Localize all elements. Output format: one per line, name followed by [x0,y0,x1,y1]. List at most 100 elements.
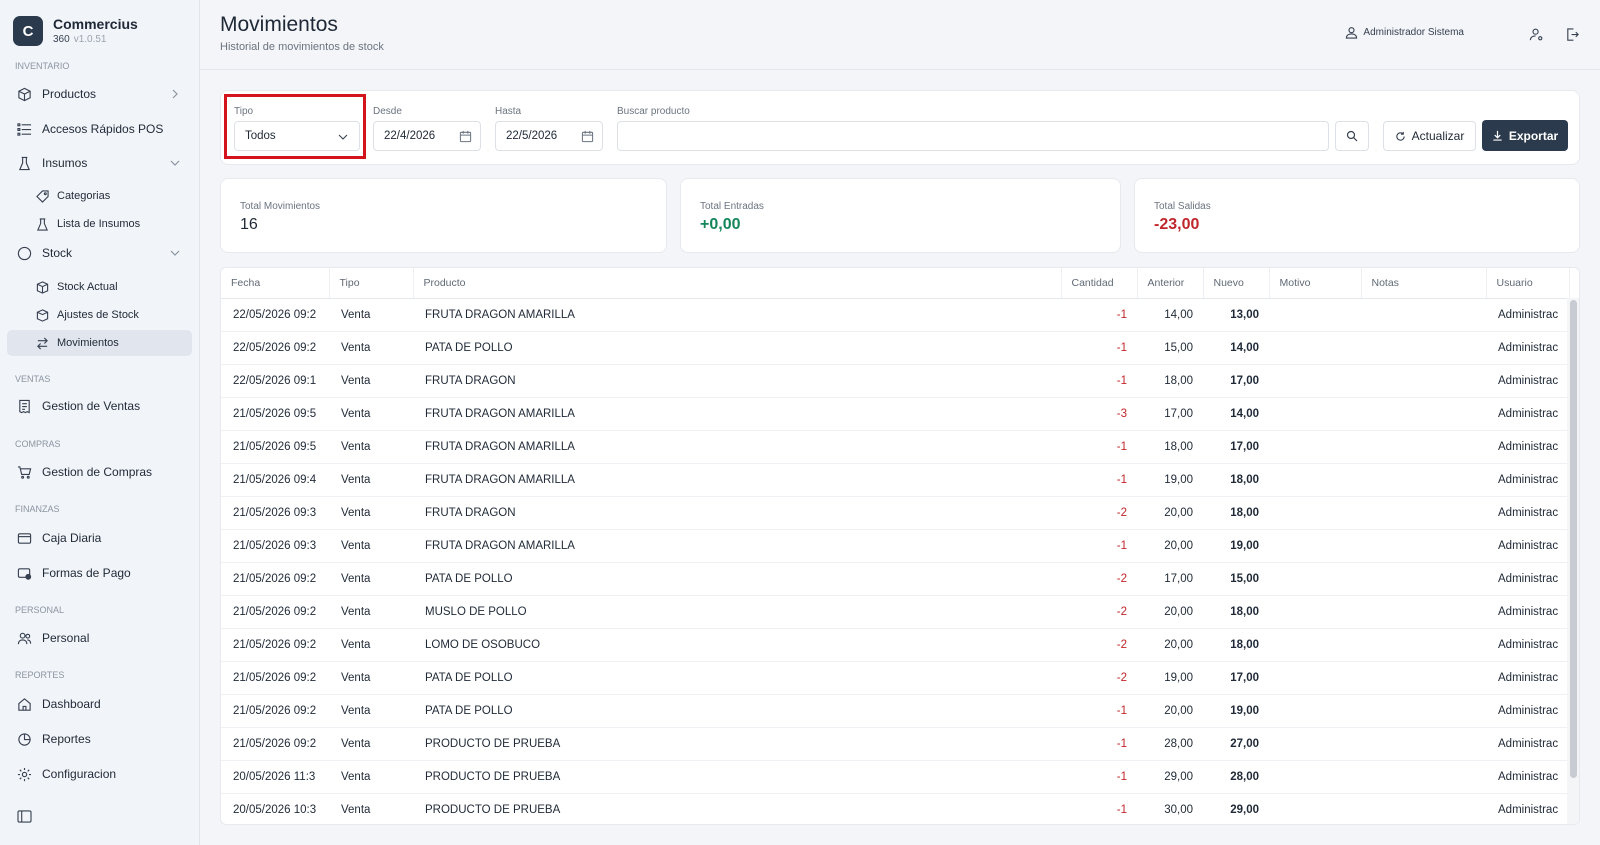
sidebar-item-personal[interactable]: Personal [7,624,192,652]
column-header[interactable]: Anterior [1137,268,1204,299]
column-header[interactable]: Usuario [1486,268,1570,299]
sidebar-item-label: Stock [42,246,73,260]
table-row[interactable]: 20/05/2026 11:3 Venta PRODUCTO DE PRUEBA -1… [221,760,1569,794]
table-row[interactable]: 21/05/2026 09:4 Venta FRUTA DRAGON AMARILL… [221,463,1569,497]
stat-label: Total Salidas [1154,201,1211,212]
table-cell: 15,00 [1137,331,1203,365]
table-row[interactable]: 22/05/2026 09:2 Venta PATA DE POLLO -1 15,00… [221,331,1569,365]
column-header[interactable]: Tipo [329,268,414,299]
table-cell: 19,00 [1137,661,1203,695]
sidebar-item-gestion-ventas[interactable]: Gestion de Ventas [7,392,192,420]
sidebar-item-label: Productos [42,87,97,101]
sidebar-toggle-icon[interactable] [17,810,32,823]
table-cell: Administrac [1486,463,1569,497]
table-cell: 20,00 [1137,694,1203,728]
table-row[interactable]: 21/05/2026 09:2 Venta MUSLO DE POLLO -2 20,0… [221,595,1569,629]
column-header[interactable]: Fecha [221,268,330,299]
table-cell: 17,00 [1203,364,1269,398]
sidebar-item-label: Caja Diaria [42,531,102,545]
buscar-producto-input[interactable] [617,121,1329,151]
column-header[interactable]: Producto [413,268,1062,299]
table-row[interactable]: 21/05/2026 09:2 Venta PRODUCTO DE PRUEBA -1… [221,727,1569,761]
table-row[interactable]: 21/05/2026 09:5 Venta FRUTA DRAGON AMARILL… [221,430,1569,464]
table-row[interactable]: 21/05/2026 09:2 Venta PATA DE POLLO -2 19,00… [221,661,1569,695]
table-cell [1269,760,1361,794]
column-header[interactable]: Nuevo [1203,268,1270,299]
calendar-icon[interactable] [459,130,472,143]
table-cell [1361,331,1486,365]
table-cell: Administrac [1486,562,1569,596]
table-row[interactable]: 21/05/2026 09:3 Venta FRUTA DRAGON -2 20,00 1… [221,496,1569,530]
table-cell: -2 [1061,496,1137,530]
user-name: Administrador Sistema [1363,27,1464,38]
brand-logo: C [13,16,43,46]
table-cell: 18,00 [1137,430,1203,464]
table-cell [1361,463,1486,497]
sidebar-item-movimientos[interactable]: Movimientos [7,330,192,356]
table-cell [1269,595,1361,629]
chevron-down-icon [168,246,182,260]
table-cell: Administrac [1486,529,1569,563]
table-row[interactable]: 20/05/2026 10:3 Venta PRODUCTO DE PRUEBA -1… [221,793,1569,824]
chevron-down-icon [168,156,182,170]
hasta-date-input[interactable]: 22/5/2026 [495,121,603,151]
column-header[interactable]: Cantidad [1061,268,1138,299]
table-cell: Administrac [1486,793,1569,824]
sidebar-item-insumos[interactable]: Insumos [7,149,192,177]
sidebar-item-accesos[interactable]: Accesos Rápidos POS [7,115,192,143]
stat-value: -23,00 [1154,216,1200,233]
sidebar-item-label: Accesos Rápidos POS [42,122,164,136]
brand: C Commercius 360 v1.0.51 [0,0,199,56]
table-cell: 13,00 [1203,298,1269,332]
table-row[interactable]: 21/05/2026 09:3 Venta FRUTA DRAGON AMARILL… [221,529,1569,563]
table-row[interactable]: 22/05/2026 09:1 Venta FRUTA DRAGON -1 18,00 1… [221,364,1569,398]
table-cell [1361,661,1486,695]
table-cell [1361,694,1486,728]
table-cell: Venta [329,331,413,365]
column-header[interactable]: Motivo [1269,268,1362,299]
scrollbar-thumb[interactable] [1570,300,1577,778]
table-cell: 17,00 [1203,430,1269,464]
sidebar-item-stock-actual[interactable]: Stock Actual [7,274,192,300]
stat-value: +0,00 [700,216,741,233]
user-settings-icon[interactable] [1526,24,1546,44]
table-cell [1269,562,1361,596]
table-cell: Administrac [1486,727,1569,761]
table-cell: 30,00 [1137,793,1203,824]
calendar-icon[interactable] [581,130,594,143]
exportar-button[interactable]: Exportar [1482,120,1568,151]
sidebar-item-reportes[interactable]: Reportes [7,725,192,753]
sidebar-item-configuracion[interactable]: Configuracion [7,760,192,788]
table-cell: FRUTA DRAGON [413,364,1061,398]
sidebar-item-caja[interactable]: Caja Diaria [7,524,192,552]
sidebar-item-ajustes[interactable]: Ajustes de Stock [7,302,192,328]
table-cell [1269,727,1361,761]
user-menu[interactable]: Administrador Sistema [1345,26,1464,39]
sidebar-item-productos[interactable]: Productos [7,80,192,108]
table-cell: PRODUCTO DE PRUEBA [413,760,1061,794]
table-row[interactable]: 21/05/2026 09:2 Venta LOMO DE OSOBUCO -2 20,… [221,628,1569,662]
sidebar-item-dashboard[interactable]: Dashboard [7,690,192,718]
search-button[interactable] [1335,121,1369,151]
actualizar-button[interactable]: Actualizar [1383,121,1476,151]
sidebar-item-label: Stock Actual [57,281,118,293]
desde-date-input[interactable]: 22/4/2026 [373,121,481,151]
sidebar-item-categorias[interactable]: Categorias [7,183,192,209]
table-cell: FRUTA DRAGON [413,496,1061,530]
table-row[interactable]: 21/05/2026 09:2 Venta PATA DE POLLO -1 20,00… [221,694,1569,728]
sidebar-item-lista-insumos[interactable]: Lista de Insumos [7,211,192,237]
table-cell [1269,364,1361,398]
sidebar-item-stock[interactable]: Stock [7,239,192,267]
users-icon [16,630,32,646]
table-row[interactable]: 21/05/2026 09:5 Venta FRUTA DRAGON AMARILL… [221,397,1569,431]
table-cell: PATA DE POLLO [413,694,1061,728]
table-row[interactable]: 21/05/2026 09:2 Venta PATA DE POLLO -2 17,00… [221,562,1569,596]
column-header[interactable]: Notas [1361,268,1487,299]
table-cell: 21/05/2026 09:2 [221,661,329,695]
logout-icon[interactable] [1562,24,1582,44]
table-cell: 22/05/2026 09:2 [221,298,329,332]
table-row[interactable]: 22/05/2026 09:2 Venta FRUTA DRAGON AMARILL… [221,298,1569,332]
sidebar-item-gestion-compras[interactable]: Gestion de Compras [7,458,192,486]
tipo-select[interactable]: Todos [234,121,360,151]
sidebar-item-formas-pago[interactable]: Formas de Pago [7,559,192,587]
